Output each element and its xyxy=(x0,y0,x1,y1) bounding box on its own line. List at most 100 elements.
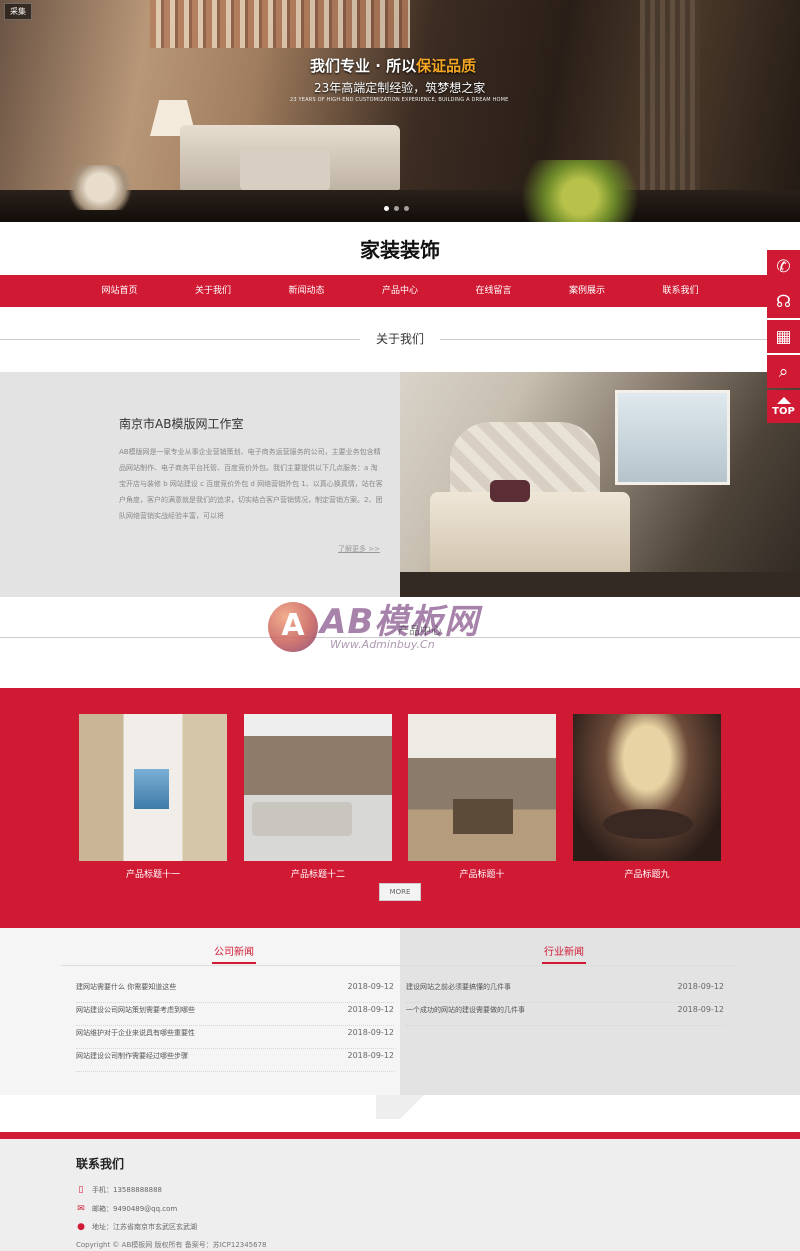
nav-item-products[interactable]: 产品中心 xyxy=(353,275,447,307)
side-service-button[interactable]: ☊ xyxy=(767,285,800,318)
nav-item-contact[interactable]: 联系我们 xyxy=(634,275,728,307)
floating-sidebar: ✆ ☊ ▦ ⌕ TOP xyxy=(767,250,800,425)
products-block: 产品标题十一 产品标题十二 产品标题十 产品标题九 MORE xyxy=(0,688,800,928)
hero-dot-3[interactable] xyxy=(404,206,409,211)
product-caption[interactable]: 产品标题九 xyxy=(573,867,721,880)
watermark: AB模板网 产品中心 Www.Adminbuy.Cn xyxy=(268,588,488,668)
news-date: 2018-09-12 xyxy=(347,1005,395,1014)
nav-item-about[interactable]: 关于我们 xyxy=(166,275,260,307)
product-caption[interactable]: 产品标题十二 xyxy=(244,867,392,880)
footer: 联系我们 ▯ 手机：13588888888 ✉ 邮箱：9490489@qq.com … xyxy=(0,1132,800,1251)
about-image xyxy=(400,372,800,597)
footer-address: ● 地址：江苏省南京市玄武区玄武湖 xyxy=(76,1222,197,1232)
company-news-panel: 公司新闻 建网站需要什么 你需要知道这些 2018-09-12 网站建设公司网站策… xyxy=(0,928,400,1095)
footer-email: ✉ 邮箱：9490489@qq.com xyxy=(76,1204,177,1214)
hero-title-highlight: 保证品质 xyxy=(416,57,477,75)
about-section-label: 关于我们 xyxy=(375,332,424,346)
list-item[interactable]: 网站维护对于企业来说具有哪些重要性 2018-09-12 xyxy=(76,1026,394,1049)
product-caption[interactable]: 产品标题十 xyxy=(408,867,556,880)
footer-title: 联系我们 xyxy=(76,1157,125,1171)
product-image[interactable] xyxy=(573,714,721,861)
news-date: 2018-09-12 xyxy=(347,1028,395,1037)
about-image-window xyxy=(615,390,730,485)
news-arrow-decoration xyxy=(376,1095,424,1119)
news-title[interactable]: 一个成功的网站的建设需要做的几件事 xyxy=(406,1006,525,1014)
product-card[interactable]: 产品标题十二 xyxy=(244,714,392,880)
footer-copyright: Copyright © AB模板网 版权所有 备案号：苏ICP12345678 xyxy=(76,1241,267,1249)
news-title[interactable]: 网站建设公司制作需要经过哪些步骤 xyxy=(76,1052,188,1060)
industry-news-panel: 行业新闻 建设网站之前必须要搞懂的几件事 2018-09-12 一个成功的网站的建… xyxy=(400,928,800,1095)
about-image-pillow xyxy=(490,480,530,502)
arrow-up-icon xyxy=(776,396,791,404)
page: 采集 我们专业 · 所以保证品质 23年高端定制经验，筑梦想之家 23 YEAR… xyxy=(0,0,800,1251)
nav-item-message[interactable]: 在线留言 xyxy=(447,275,541,307)
hero-title: 我们专业 · 所以保证品质 xyxy=(310,55,476,76)
hero-plant xyxy=(520,160,670,222)
about-text: AB模版网是一家专业从事企业营销策划、电子商务运营服务的公司，主要业务包含精品网… xyxy=(119,448,383,520)
product-card[interactable]: 产品标题九 xyxy=(573,714,721,880)
hero-flowers xyxy=(60,165,140,210)
phone-icon: ✆ xyxy=(776,256,791,277)
side-qrcode-button[interactable]: ▦ xyxy=(767,320,800,353)
product-image[interactable] xyxy=(79,714,227,861)
back-to-top-button[interactable]: TOP xyxy=(767,390,800,423)
hero-dot-1[interactable] xyxy=(384,206,389,211)
nav-item-cases[interactable]: 案例展示 xyxy=(540,275,634,307)
mail-icon: ✉ xyxy=(77,1204,85,1214)
news-title[interactable]: 网站建设公司网站策划需要考虑到哪些 xyxy=(76,1006,195,1014)
watermark-logo-icon xyxy=(268,602,318,652)
footer-address-text: 地址：江苏省南京市玄武区玄武湖 xyxy=(92,1223,197,1231)
phone-icon: ▯ xyxy=(78,1185,84,1195)
hero-pagination xyxy=(384,206,409,211)
about-heading: 南京市AB模版网工作室 xyxy=(119,417,244,431)
hero-tag[interactable]: 采集 xyxy=(4,3,32,20)
nav-item-home[interactable]: 网站首页 xyxy=(73,275,167,307)
product-card[interactable]: 产品标题十一 xyxy=(79,714,227,880)
news-block: 公司新闻 建网站需要什么 你需要知道这些 2018-09-12 网站建设公司网站策… xyxy=(0,928,800,1095)
location-pin-icon: ● xyxy=(77,1222,85,1232)
product-image[interactable] xyxy=(408,714,556,861)
news-date: 2018-09-12 xyxy=(677,982,725,991)
back-to-top-label: TOP xyxy=(772,405,795,417)
hero-title-pre: 我们专业 · 所以 xyxy=(310,57,417,75)
list-item[interactable]: 建设网站之前必须要搞懂的几件事 2018-09-12 xyxy=(406,980,724,1003)
watermark-overlay-text: 产品中心 xyxy=(398,624,442,637)
industry-news-title[interactable]: 行业新闻 xyxy=(542,943,586,964)
list-item[interactable]: 一个成功的网站的建设需要做的几件事 2018-09-12 xyxy=(406,1003,724,1026)
news-date: 2018-09-12 xyxy=(677,1005,725,1014)
news-title[interactable]: 网站维护对于企业来说具有哪些重要性 xyxy=(76,1029,195,1037)
product-card[interactable]: 产品标题十 xyxy=(408,714,556,880)
watermark-url: Www.Adminbuy.Cn xyxy=(330,638,435,651)
about-block: 南京市AB模版网工作室 AB模版网是一家专业从事企业营销策划、电子商务运营服务的… xyxy=(0,372,800,597)
hero-banner[interactable]: 采集 我们专业 · 所以保证品质 23年高端定制经验，筑梦想之家 23 YEAR… xyxy=(0,0,800,222)
site-logo[interactable]: 家装装饰 xyxy=(0,234,800,263)
search-icon: ⌕ xyxy=(778,361,789,382)
hero-subtitle: 23年高端定制经验，筑梦想之家 xyxy=(314,81,486,95)
products-more-button[interactable]: MORE xyxy=(379,883,421,901)
about-more-link[interactable]: 了解更多 >> xyxy=(338,544,380,554)
footer-phone-text: 手机：13588888888 xyxy=(92,1186,162,1194)
list-item[interactable]: 建网站需要什么 你需要知道这些 2018-09-12 xyxy=(76,980,394,1003)
news-date: 2018-09-12 xyxy=(347,982,395,991)
footer-phone: ▯ 手机：13588888888 xyxy=(76,1185,162,1195)
company-news-title[interactable]: 公司新闻 xyxy=(212,943,256,964)
industry-news-list: 建设网站之前必须要搞懂的几件事 2018-09-12 一个成功的网站的建设需要做的… xyxy=(406,980,724,1026)
hero-sofa-cushion xyxy=(240,150,330,190)
list-item[interactable]: 网站建设公司制作需要经过哪些步骤 2018-09-12 xyxy=(76,1049,394,1072)
product-image[interactable] xyxy=(244,714,392,861)
product-caption[interactable]: 产品标题十一 xyxy=(79,867,227,880)
hero-subtitle-en: 23 YEARS OF HIGH-END CUSTOMIZATION EXPER… xyxy=(290,97,509,103)
hero-dot-2[interactable] xyxy=(394,206,399,211)
news-title[interactable]: 建网站需要什么 你需要知道这些 xyxy=(76,983,176,991)
news-divider xyxy=(400,965,739,966)
footer-email-text[interactable]: 邮箱：9490489@qq.com xyxy=(92,1204,177,1214)
company-news-list: 建网站需要什么 你需要知道这些 2018-09-12 网站建设公司网站策划需要考虑… xyxy=(76,980,394,1072)
side-phone-button[interactable]: ✆ xyxy=(767,250,800,283)
qrcode-icon: ▦ xyxy=(775,326,792,347)
news-title[interactable]: 建设网站之前必须要搞懂的几件事 xyxy=(406,983,511,991)
list-item[interactable]: 网站建设公司网站策划需要考虑到哪些 2018-09-12 xyxy=(76,1003,394,1026)
side-search-button[interactable]: ⌕ xyxy=(767,355,800,388)
about-section-title: 关于我们 xyxy=(0,329,800,349)
nav-item-news[interactable]: 新闻动态 xyxy=(260,275,354,307)
news-date: 2018-09-12 xyxy=(347,1051,395,1060)
